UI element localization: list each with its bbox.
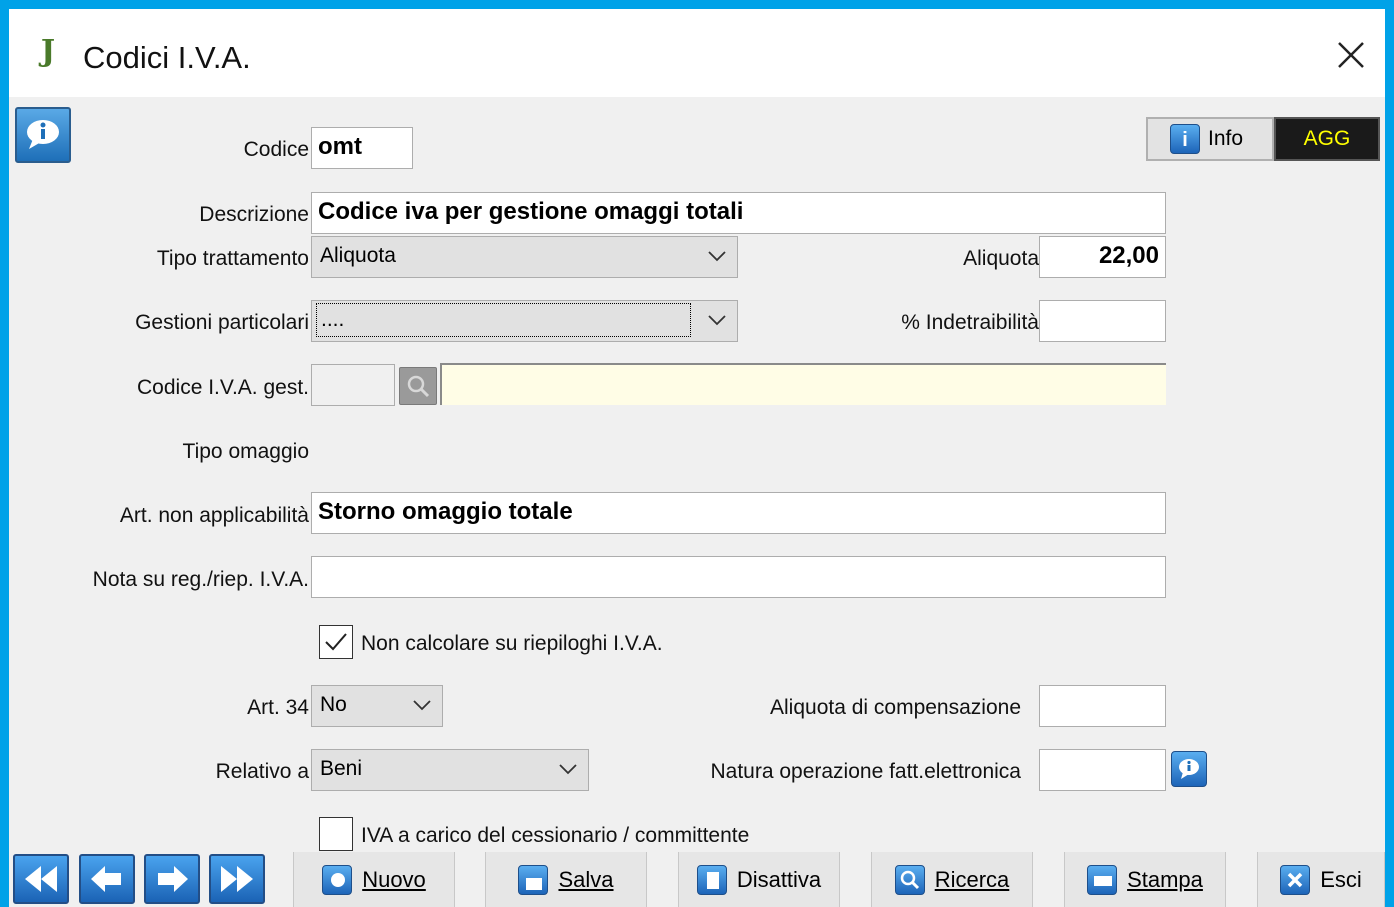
gestioni-particolari-select[interactable]: ....: [311, 300, 738, 342]
info-bubble-icon: [1179, 759, 1199, 779]
chevron-down-icon: [413, 700, 431, 711]
art34-select[interactable]: No: [311, 685, 443, 727]
search-lookup-button[interactable]: [399, 367, 437, 405]
info-button[interactable]: i Info: [1146, 117, 1274, 161]
agg-label: AGG: [1303, 127, 1351, 150]
printer-icon: [1087, 864, 1118, 895]
stampa-button[interactable]: Stampa: [1064, 852, 1226, 907]
art-non-applicabilita-field[interactable]: Storno omaggio totale: [311, 492, 1166, 534]
search-icon: [894, 864, 925, 895]
natura-operazione-label: Natura operazione fatt.elettronica: [710, 760, 1021, 783]
ricerca-label: Ricerca: [934, 866, 1010, 892]
codice-field[interactable]: omt: [311, 127, 413, 169]
search-icon: [407, 375, 430, 398]
tipo-omaggio-label: Tipo omaggio: [182, 440, 309, 463]
indetraibilita-field[interactable]: [1039, 300, 1166, 342]
previous-record-button[interactable]: [79, 854, 135, 904]
checkmark-icon: [325, 633, 347, 651]
form-area: i Info AGG Codice omt Descrizione Codice…: [9, 97, 1385, 907]
gestioni-particolari-label: Gestioni particolari: [135, 311, 309, 334]
salva-label: Salva: [558, 866, 614, 892]
relativo-a-label: Relativo a: [215, 760, 309, 783]
next-record-button[interactable]: [144, 854, 200, 904]
aliquota-field[interactable]: 22,00: [1039, 236, 1166, 278]
art34-label: Art. 34: [247, 696, 309, 719]
window-title: Codici I.V.A.: [83, 40, 251, 75]
agg-button[interactable]: AGG: [1274, 117, 1380, 161]
relativo-a-value: Beni: [320, 757, 363, 780]
natura-operazione-field[interactable]: [1039, 749, 1166, 791]
non-calcolare-label: Non calcolare su riepiloghi I.V.A.: [361, 632, 663, 655]
first-record-button[interactable]: [13, 854, 69, 904]
stampa-label: Stampa: [1127, 866, 1203, 892]
new-icon: [322, 864, 353, 895]
info-bubble-icon[interactable]: [15, 107, 71, 163]
chevron-down-icon: [559, 764, 577, 775]
tipo-trattamento-value: Aliquota: [320, 244, 396, 267]
app-logo-icon: J: [40, 34, 56, 69]
descrizione-label: Descrizione: [199, 203, 309, 226]
nuovo-button[interactable]: Nuovo: [293, 852, 455, 907]
aliquota-compensazione-field[interactable]: [1039, 685, 1166, 727]
art34-value: No: [320, 693, 347, 716]
trash-icon: [696, 864, 727, 895]
aliquota-label: Aliquota: [963, 247, 1039, 270]
arrow-left-icon: [91, 866, 121, 892]
ricerca-button[interactable]: Ricerca: [871, 852, 1033, 907]
nuovo-label: Nuovo: [362, 866, 426, 892]
last-record-button[interactable]: [209, 854, 265, 904]
nota-field[interactable]: [311, 556, 1166, 598]
iva-carico-checkbox[interactable]: [319, 817, 353, 851]
codice-label: Codice: [243, 138, 309, 161]
iva-carico-label: IVA a carico del cessionario / committen…: [361, 824, 750, 847]
codice-iva-gest-description: [440, 363, 1166, 405]
disattiva-label: Disattiva: [736, 866, 822, 892]
close-icon[interactable]: [1333, 37, 1369, 73]
indetraibilita-label: % Indetraibilità: [901, 311, 1039, 334]
disattiva-button[interactable]: Disattiva: [678, 852, 840, 907]
codice-iva-gest-label: Codice I.V.A. gest.: [137, 376, 309, 399]
gestioni-particolari-value: ....: [316, 303, 691, 337]
descrizione-field[interactable]: Codice iva per gestione omaggi totali: [311, 192, 1166, 234]
info-label: Info: [1208, 127, 1244, 150]
nota-label: Nota su reg./riep. I.V.A.: [92, 568, 309, 591]
skip-back-icon: [25, 866, 57, 892]
esci-button[interactable]: Esci: [1257, 852, 1385, 907]
bottom-toolbar: Nuovo Salva Disattiva Ricerca Stampa Esc…: [9, 852, 1385, 907]
chevron-down-icon: [708, 315, 726, 326]
tipo-trattamento-label: Tipo trattamento: [156, 247, 309, 270]
art-non-applicabilita-label: Art. non applicabilità: [119, 504, 309, 527]
chevron-down-icon: [708, 251, 726, 262]
arrow-right-icon: [158, 866, 188, 892]
codice-iva-gest-field[interactable]: [311, 364, 395, 406]
save-icon: [518, 864, 549, 895]
salva-button[interactable]: Salva: [485, 852, 647, 907]
window: J Codici I.V.A. i Info AGG Codice omt De…: [0, 0, 1394, 907]
title-bar: J Codici I.V.A.: [9, 9, 1385, 97]
close-icon: [1280, 864, 1311, 895]
tipo-trattamento-select[interactable]: Aliquota: [311, 236, 738, 278]
info-icon: i: [1170, 124, 1200, 154]
aliquota-compensazione-label: Aliquota di compensazione: [770, 696, 1021, 719]
relativo-a-select[interactable]: Beni: [311, 749, 589, 791]
natura-info-button[interactable]: [1171, 751, 1207, 787]
non-calcolare-checkbox[interactable]: [319, 625, 353, 659]
esci-label: Esci: [1320, 866, 1362, 892]
skip-forward-icon: [221, 866, 253, 892]
